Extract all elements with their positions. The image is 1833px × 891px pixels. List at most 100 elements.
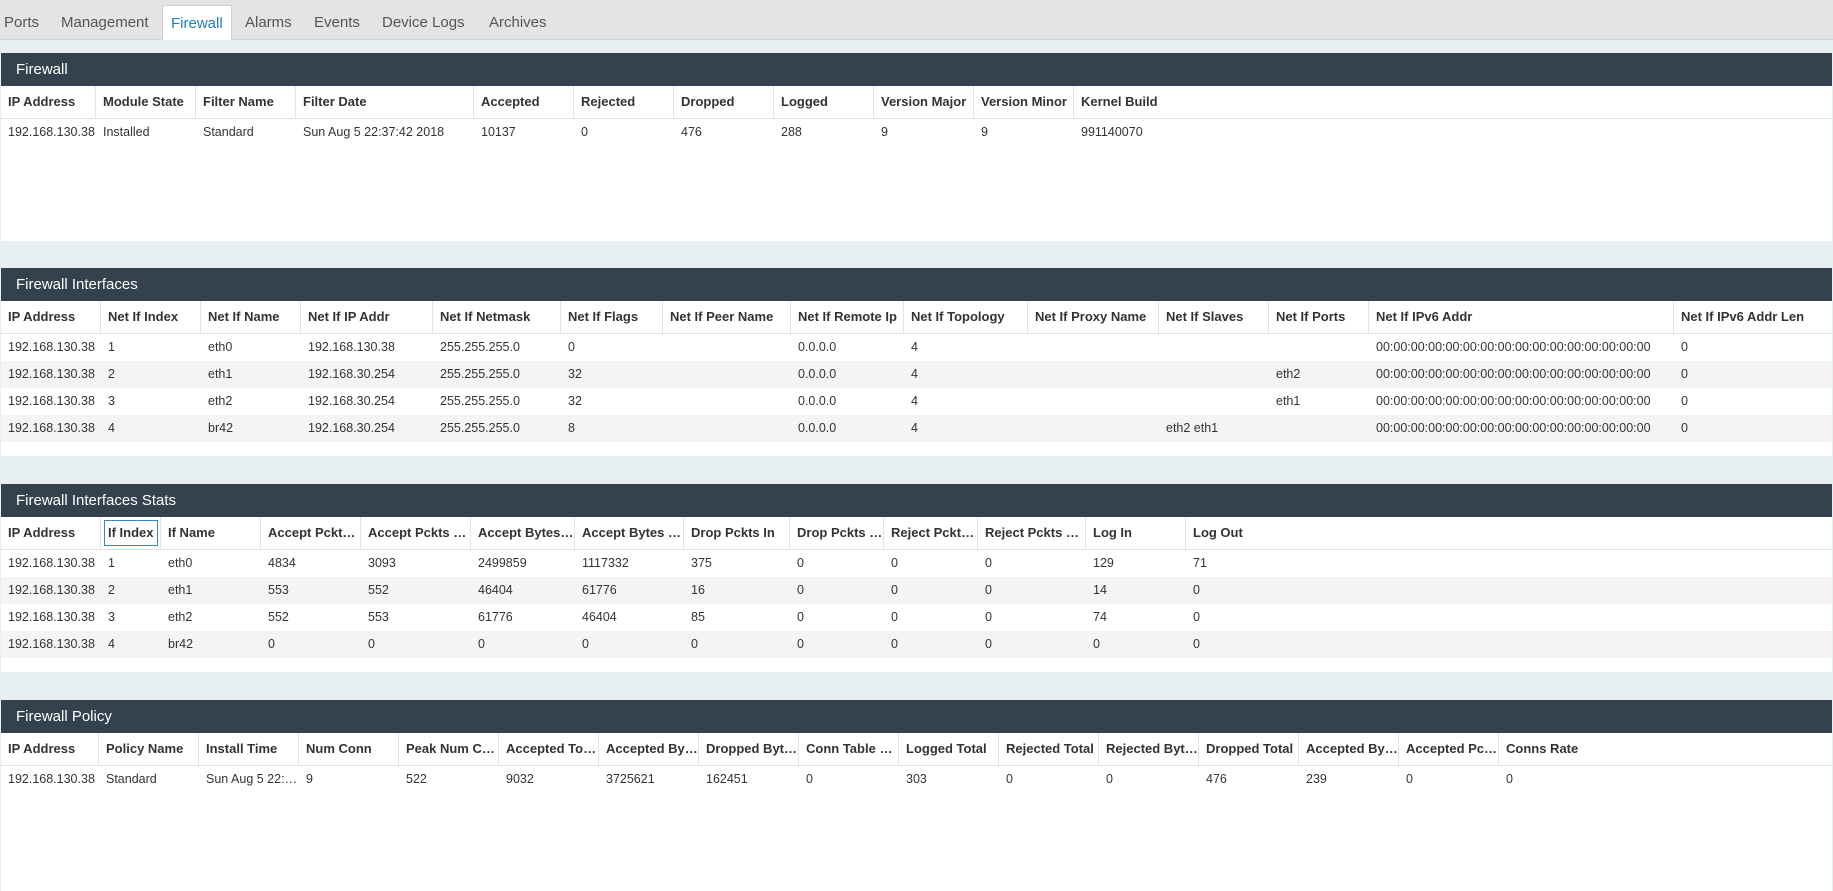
- column-header-net-if-flags[interactable]: Net If Flags: [561, 301, 663, 333]
- column-header-accepted-pckts[interactable]: Accepted Pckts: [1399, 733, 1499, 765]
- table-cell-drop-pckts-in: 85: [691, 610, 705, 624]
- column-header-net-if-slaves[interactable]: Net If Slaves: [1159, 301, 1269, 333]
- column-header-accept-bytes-in[interactable]: Accept Bytes In: [471, 517, 575, 549]
- column-header-accept-pckts-in[interactable]: Accept Pckts In: [261, 517, 361, 549]
- column-header-num-conn[interactable]: Num Conn: [299, 733, 399, 765]
- table-row[interactable]: 192.168.130.38 1 eth0 192.168.130.38 255.255…: [1, 334, 1832, 361]
- table-cell-dropped-bytes: 162451: [706, 772, 748, 786]
- table-cell-accept-bytes-out: 46404: [582, 610, 617, 624]
- column-header-ip-address[interactable]: IP Address: [1, 301, 101, 333]
- column-header-net-if-ip-addr[interactable]: Net If IP Addr: [301, 301, 433, 333]
- tab-management[interactable]: Management: [61, 5, 149, 40]
- column-header-rejected-bytes[interactable]: Rejected Bytes: [1099, 733, 1199, 765]
- column-header-net-if-peer-name[interactable]: Net If Peer Name: [663, 301, 791, 333]
- table-cell-net-if-topology: 4: [911, 367, 918, 381]
- table-row[interactable]: 192.168.130.38 2 eth1 192.168.30.254 255.255…: [1, 361, 1832, 388]
- column-header-ip-address[interactable]: IP Address: [1, 733, 99, 765]
- column-header-net-if-ipv6-addr[interactable]: Net If IPv6 Addr: [1369, 301, 1674, 333]
- column-header-accepted[interactable]: Accepted: [474, 86, 574, 118]
- tab-firewall[interactable]: Firewall: [162, 5, 232, 40]
- column-header-rejected[interactable]: Rejected: [574, 86, 674, 118]
- column-header-drop-pckts-out[interactable]: Drop Pckts Out: [790, 517, 884, 549]
- column-header-accept-bytes-out[interactable]: Accept Bytes Out: [575, 517, 684, 549]
- column-header-conns-rate[interactable]: Conns Rate: [1499, 733, 1831, 765]
- tab-device-logs[interactable]: Device Logs: [382, 5, 465, 40]
- table-cell-accept-bytes-out: 1117332: [582, 556, 629, 570]
- column-header-log-out[interactable]: Log Out: [1186, 517, 1831, 549]
- column-header-accepted-bytes[interactable]: Accepted Bytes: [1299, 733, 1399, 765]
- column-header-log-in[interactable]: Log In: [1086, 517, 1186, 549]
- table-cell-reject-pckts-out: 0: [985, 637, 992, 651]
- column-header-version-major[interactable]: Version Major: [874, 86, 974, 118]
- panel-title: Firewall: [1, 53, 1832, 86]
- table-cell-reject-pckts-out: 0: [985, 556, 992, 570]
- column-header-dropped[interactable]: Dropped: [674, 86, 774, 118]
- column-header-module-state[interactable]: Module State: [96, 86, 196, 118]
- column-header-install-time[interactable]: Install Time: [199, 733, 299, 765]
- table-cell-ip-address: 192.168.130.38: [8, 637, 95, 651]
- table-cell-net-if-flags: 32: [568, 367, 582, 381]
- column-header-net-if-remote-ip[interactable]: Net If Remote Ip: [791, 301, 904, 333]
- column-header-rejected-total[interactable]: Rejected Total: [999, 733, 1099, 765]
- column-header-kernel-build[interactable]: Kernel Build: [1074, 86, 1831, 118]
- column-header-net-if-ipv6-addr-len[interactable]: Net If IPv6 Addr Len: [1674, 301, 1831, 333]
- table-cell-net-if-ipv6-addr-len: 0: [1681, 340, 1688, 354]
- tab-archives[interactable]: Archives: [489, 5, 547, 40]
- column-header-if-index[interactable]: If Index: [101, 517, 161, 549]
- table-cell-if-name: eth0: [168, 556, 193, 570]
- column-header-peak-num-conn[interactable]: Peak Num Conn: [399, 733, 499, 765]
- column-header-if-name[interactable]: If Name: [161, 517, 261, 549]
- column-header-version-minor[interactable]: Version Minor: [974, 86, 1074, 118]
- table-row[interactable]: 192.168.130.38 Standard Sun Aug 5 22:37:42…: [1, 766, 1832, 793]
- column-header-policy-name[interactable]: Policy Name: [99, 733, 199, 765]
- tab-events[interactable]: Events: [314, 5, 360, 40]
- column-header-accept-pckts-out[interactable]: Accept Pckts Out: [361, 517, 471, 549]
- table-cell-accepted-bytes: 3725621: [606, 772, 655, 786]
- column-header-logged-total[interactable]: Logged Total: [899, 733, 999, 765]
- column-header-net-if-netmask[interactable]: Net If Netmask: [433, 301, 561, 333]
- table-cell-net-if-ipv6-addr: 00:00:00:00:00:00:00:00:00:00:00:00:00:0…: [1376, 394, 1651, 408]
- column-header-net-if-ports[interactable]: Net If Ports: [1269, 301, 1369, 333]
- column-header-net-if-proxy-name[interactable]: Net If Proxy Name: [1028, 301, 1159, 333]
- table-row[interactable]: 192.168.130.38 4 br42 0 0 0 0 0 0 0 0 0 0: [1, 631, 1832, 658]
- column-header-reject-pckts-in[interactable]: Reject Pckts In: [884, 517, 978, 549]
- table-cell-accept-bytes-in: 0: [478, 637, 485, 651]
- table-cell-log-out: 0: [1193, 637, 1200, 651]
- table-row[interactable]: 192.168.130.38 3 eth2 552 553 61776 46404 85 0 0 0…: [1, 604, 1832, 631]
- column-header-accepted-total[interactable]: Accepted Total: [499, 733, 599, 765]
- column-header-net-if-index[interactable]: Net If Index: [101, 301, 201, 333]
- tab-alarms[interactable]: Alarms: [245, 5, 292, 40]
- table-cell-net-if-slaves: [1159, 361, 1269, 388]
- column-header-drop-pckts-in[interactable]: Drop Pckts In: [684, 517, 790, 549]
- table-row[interactable]: 192.168.130.38 2 eth1 553 552 46404 61776 16 0 0 0…: [1, 577, 1832, 604]
- column-header-filter-name[interactable]: Filter Name: [196, 86, 296, 118]
- column-header-accepted-bytes[interactable]: Accepted Bytes: [599, 733, 699, 765]
- table-cell-accept-bytes-in: 46404: [478, 583, 513, 597]
- column-header-dropped-bytes[interactable]: Dropped Bytes: [699, 733, 799, 765]
- table-cell-net-if-remote-ip: 0.0.0.0: [798, 340, 837, 354]
- column-header-filter-date[interactable]: Filter Date: [296, 86, 474, 118]
- table-cell-net-if-index: 2: [108, 367, 115, 381]
- table-cell-if-index: 2: [108, 583, 115, 597]
- table-cell-net-if-name: eth2: [208, 394, 233, 408]
- table-cell-net-if-index: 4: [108, 421, 115, 435]
- table-row[interactable]: 192.168.130.38 1 eth0 4834 3093 2499859 111733…: [1, 550, 1832, 577]
- column-header-ip-address[interactable]: IP Address: [1, 517, 101, 549]
- column-header-net-if-topology[interactable]: Net If Topology: [904, 301, 1028, 333]
- table-cell-if-index: 3: [108, 610, 115, 624]
- table-row[interactable]: 192.168.130.38 4 br42 192.168.30.254 255.255…: [1, 415, 1832, 442]
- table-cell-net-if-slaves: [1159, 334, 1269, 361]
- column-header-reject-pckts-out[interactable]: Reject Pckts Out: [978, 517, 1086, 549]
- table-cell-net-if-netmask: 255.255.255.0: [440, 394, 520, 408]
- table-cell-net-if-ports: eth1: [1276, 394, 1301, 408]
- tab-ports[interactable]: Ports: [4, 5, 39, 40]
- column-header-conn-table-limit[interactable]: Conn Table Limit: [799, 733, 899, 765]
- column-header-dropped-total[interactable]: Dropped Total: [1199, 733, 1299, 765]
- column-header-ip-address[interactable]: IP Address: [1, 86, 96, 118]
- table-row[interactable]: 192.168.130.38 Installed Standard Sun Aug 5…: [1, 119, 1832, 146]
- table-cell-reject-pckts-in: 0: [891, 556, 898, 570]
- column-header-net-if-name[interactable]: Net If Name: [201, 301, 301, 333]
- column-header-logged[interactable]: Logged: [774, 86, 874, 118]
- table-row[interactable]: 192.168.130.38 3 eth2 192.168.30.254 255.255…: [1, 388, 1832, 415]
- table-cell-net-if-peer-name: [663, 361, 791, 388]
